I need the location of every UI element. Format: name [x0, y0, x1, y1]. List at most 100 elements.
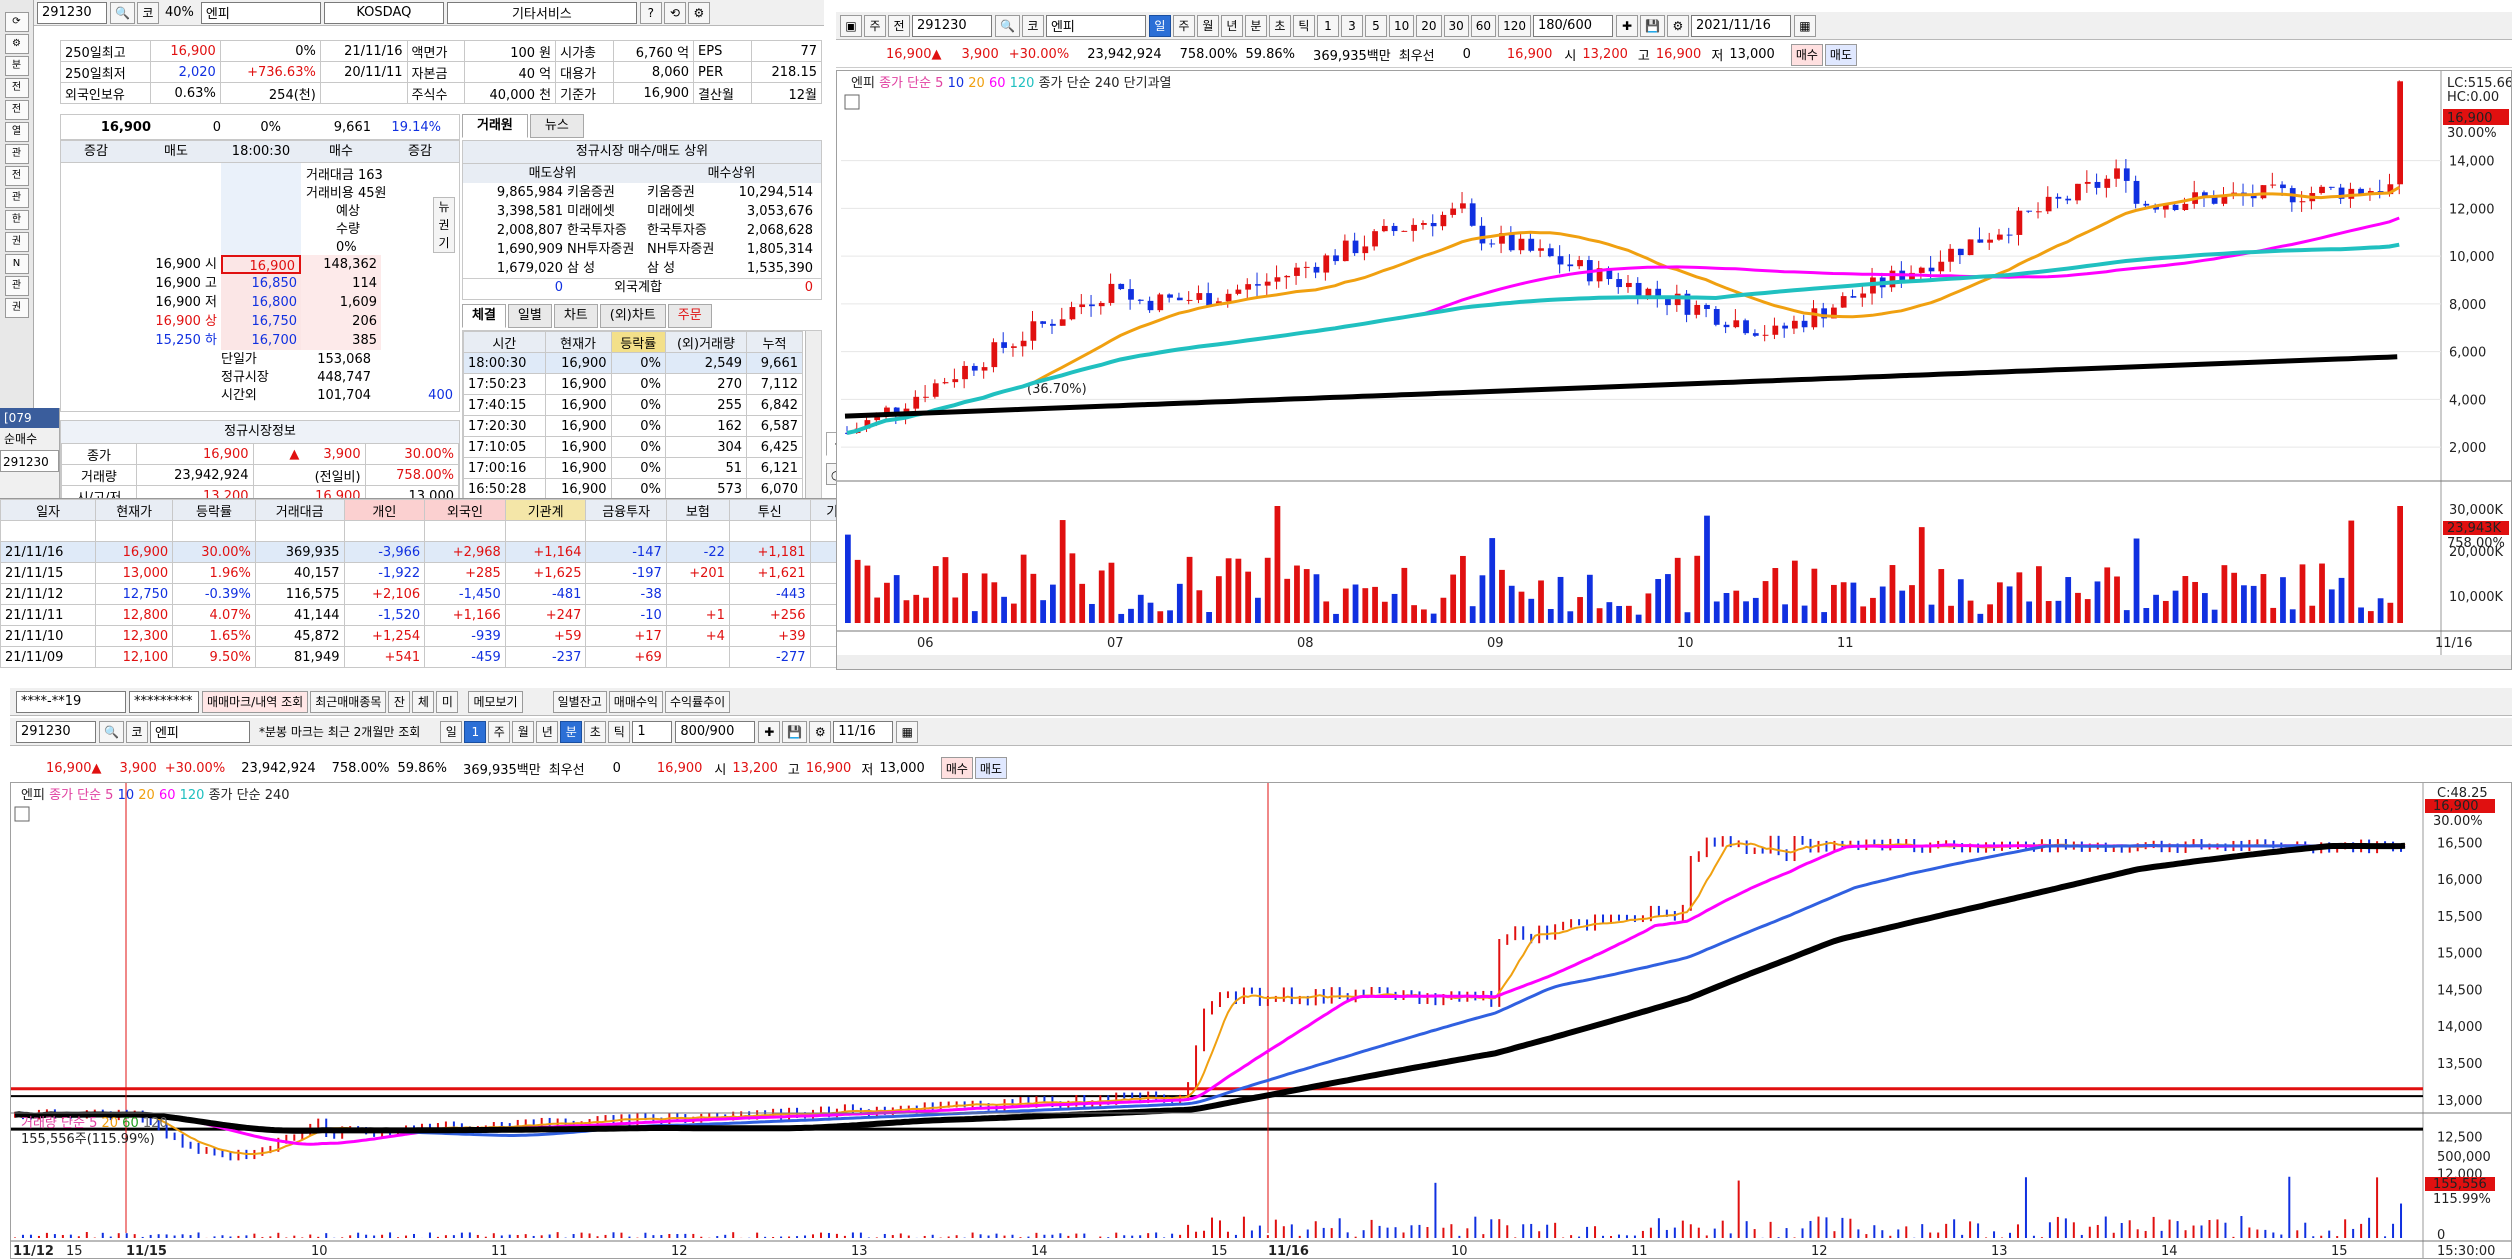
strip-item[interactable]: 관 [4, 188, 29, 208]
minute-crosshair-icon[interactable]: ✚ [758, 720, 781, 743]
save-icon[interactable]: 💾 [1639, 14, 1665, 37]
investor-header[interactable]: 기관계 [504, 499, 587, 521]
daily-period-5[interactable]: 초 [1268, 14, 1291, 37]
strip-item[interactable]: 전 [4, 100, 29, 120]
daily-interval[interactable]: 120 [1498, 14, 1531, 37]
crosshair-icon[interactable]: ✚ [1615, 14, 1638, 37]
daily-sell-button[interactable]: 매도 [1824, 43, 1857, 66]
orderbook-bid-price[interactable]: 16,850 [221, 274, 301, 293]
broker-buy-name[interactable]: 삼 성 [643, 259, 723, 278]
minute-save-icon[interactable]: 💾 [782, 720, 808, 743]
minute-period-0[interactable]: 일 [440, 720, 463, 743]
tick-scrollbar[interactable] [805, 331, 821, 509]
daily-interval[interactable]: 30 [1443, 14, 1469, 37]
left-code[interactable]: 291230 [0, 450, 59, 472]
tab-1[interactable]: 뉴스 [529, 114, 584, 138]
trade-tab-2[interactable]: 차트 [553, 304, 598, 328]
minute-date[interactable]: 11/16 [833, 720, 894, 743]
investor-header[interactable]: 보험 [665, 499, 730, 521]
strip-item[interactable]: 권 [4, 232, 29, 252]
strip-item[interactable]: 관 [4, 276, 29, 296]
orderbook-side-btn[interactable]: 뉴 [434, 198, 454, 216]
minute-period-5[interactable]: 분 [560, 720, 583, 743]
investor-header[interactable]: 투신 [728, 499, 811, 521]
return-trend-button[interactable]: 수익률추이 [664, 690, 731, 713]
minute-sell-button[interactable]: 매도 [974, 757, 1007, 779]
filled-button[interactable]: 체 [412, 690, 435, 713]
daily-code-input[interactable]: 291230 [912, 14, 992, 37]
minute-buy-button[interactable]: 매수 [940, 757, 973, 779]
all-mode[interactable]: 전 [888, 14, 910, 37]
memo-button[interactable]: 메모보기 [468, 690, 523, 713]
daily-balance-button[interactable]: 일별잔고 [552, 690, 607, 713]
chart-icon[interactable]: ▣ [840, 14, 862, 37]
left-tab[interactable]: [079 [0, 408, 59, 428]
minute-period-1[interactable]: 1 [464, 720, 487, 743]
strip-item[interactable]: N [4, 254, 29, 274]
stock-name-field[interactable]: 엔피 [200, 1, 321, 24]
daily-grid-icon[interactable] [844, 94, 860, 110]
vertical-mode[interactable]: 주 [864, 14, 886, 37]
daily-period-1[interactable]: 주 [1172, 14, 1195, 37]
investor-header[interactable]: 외국인 [424, 499, 506, 521]
orderbook-side-buttons[interactable]: 뉴권기 [433, 197, 455, 253]
broker-buy-name[interactable]: NH투자증권 [643, 240, 723, 259]
broker-sell-name[interactable]: 키움증권 [563, 183, 643, 202]
broker-sell-name[interactable]: 한국투자증 [563, 221, 643, 240]
trade-profit-button[interactable]: 매매수익 [608, 690, 663, 713]
trade-tab-1[interactable]: 일별 [507, 304, 552, 328]
strip-item[interactable]: 분 [4, 56, 29, 76]
daily-period-4[interactable]: 분 [1244, 14, 1267, 37]
minute-period-3[interactable]: 월 [512, 720, 535, 743]
config-icon[interactable]: ⚙ [1666, 14, 1689, 37]
daily-interval[interactable]: 60 [1470, 14, 1497, 37]
broker-sell-name[interactable]: NH투자증권 [563, 240, 643, 259]
strip-item[interactable]: 열 [4, 122, 29, 142]
minute-period-4[interactable]: 년 [536, 720, 559, 743]
minute-period-7[interactable]: 틱 [608, 720, 631, 743]
minute-grid-icon[interactable] [14, 806, 30, 822]
minute-calendar-icon[interactable]: ▦ [896, 720, 919, 743]
daily-interval[interactable]: 20 [1416, 14, 1442, 37]
daily-count[interactable]: 180/600 [1532, 14, 1613, 37]
investor-header[interactable]: 등락률 [172, 499, 256, 521]
recent-trades-button[interactable]: 최근매매종목 [310, 690, 387, 713]
trade-tab-0[interactable]: 체결 [462, 304, 506, 328]
unfilled-button[interactable]: 미 [436, 690, 459, 713]
daily-buy-button[interactable]: 매수 [1790, 43, 1823, 66]
minute-config-icon[interactable]: ⚙ [809, 720, 832, 743]
daily-period-0[interactable]: 일 [1148, 14, 1171, 37]
orderbook-bid-price[interactable]: 16,800 [221, 293, 301, 312]
orderbook-bid-price[interactable]: 16,900 [221, 255, 301, 274]
refresh-icon[interactable]: ⟳ [4, 12, 29, 32]
minute-period-6[interactable]: 초 [584, 720, 607, 743]
daily-scrollbar[interactable] [837, 655, 2511, 669]
broker-sell-name[interactable]: 미래에셋 [563, 202, 643, 221]
help-icon[interactable]: ? [639, 1, 662, 24]
investor-header[interactable]: 현재가 [95, 499, 174, 521]
stock-code-input[interactable]: 291230 [37, 1, 107, 24]
daily-name-field[interactable]: 엔피 [1045, 14, 1146, 37]
daily-market[interactable]: 코 [1021, 14, 1044, 37]
strip-item[interactable]: 관 [4, 144, 29, 164]
minute-search-icon[interactable]: 🔍 [99, 720, 124, 743]
trade-tab-4[interactable]: 주문 [667, 304, 712, 328]
minute-market[interactable]: 코 [125, 720, 148, 743]
investor-header[interactable]: 금융투자 [585, 499, 667, 521]
calendar-icon[interactable]: ▦ [1793, 14, 1816, 37]
minute-interval[interactable]: 1 [632, 720, 673, 743]
account-input[interactable]: ****-**19 [16, 690, 126, 713]
daily-interval[interactable]: 5 [1364, 14, 1387, 37]
tab-0[interactable]: 거래원 [462, 114, 528, 138]
search-icon[interactable]: 🔍 [110, 1, 135, 24]
investor-header[interactable]: 개인 [343, 499, 426, 521]
orderbook-side-btn[interactable]: 기 [434, 234, 454, 252]
strip-item[interactable]: 권 [4, 298, 29, 318]
strip-item[interactable]: 한 [4, 210, 29, 230]
minute-code-input[interactable]: 291230 [16, 720, 96, 743]
reload-icon[interactable]: ⟲ [663, 1, 686, 24]
minute-count[interactable]: 800/900 [675, 720, 756, 743]
daily-search-icon[interactable]: 🔍 [995, 14, 1020, 37]
gear-icon[interactable]: ⚙ [4, 34, 29, 54]
orderbook-bid-price[interactable]: 16,700 [221, 331, 301, 350]
